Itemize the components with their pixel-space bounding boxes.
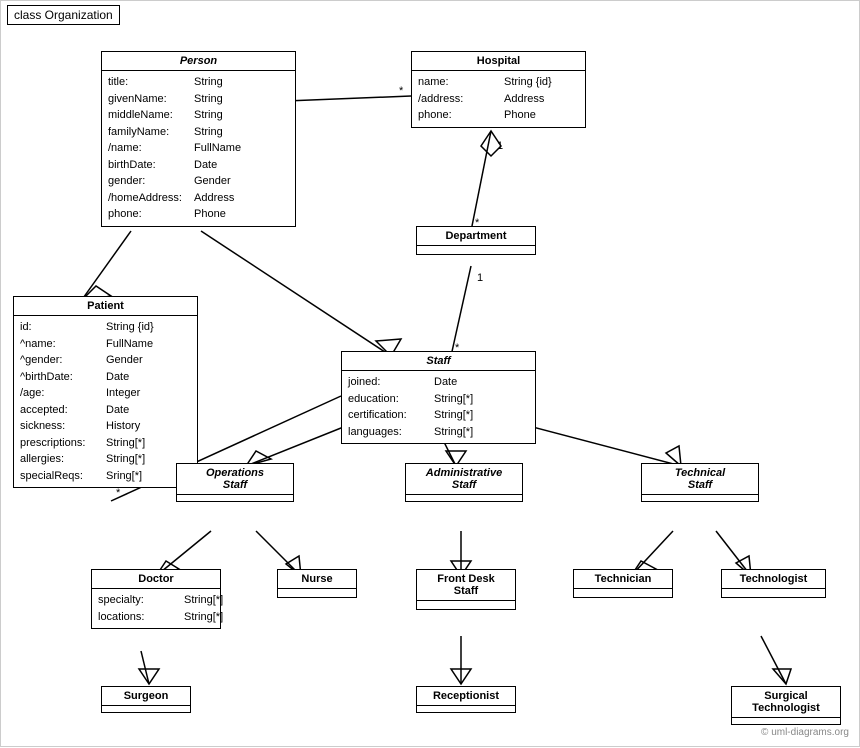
receptionist-class-name: Receptionist <box>417 687 515 706</box>
surgical-technologist-class: SurgicalTechnologist <box>731 686 841 725</box>
diagram-container: class Organization * * 1 * 1 * <box>0 0 860 747</box>
hospital-class: Hospital name:String {id} /address:Addre… <box>411 51 586 128</box>
front-desk-staff-class-name: Front DeskStaff <box>417 570 515 601</box>
svg-text:1: 1 <box>497 140 503 152</box>
patient-class: Patient id:String {id} ^name:FullName ^g… <box>13 296 198 488</box>
surgical-technologist-attrs <box>732 718 840 724</box>
person-class: Person title:String givenName:String mid… <box>101 51 296 227</box>
patient-class-attrs: id:String {id} ^name:FullName ^gender:Ge… <box>14 316 197 487</box>
diagram-title: class Organization <box>7 5 120 25</box>
nurse-class: Nurse <box>277 569 357 598</box>
operations-staff-attrs <box>177 495 293 501</box>
technologist-class-attrs <box>722 589 825 597</box>
doctor-class-attrs: specialty:String[*] locations:String[*] <box>92 589 220 628</box>
admin-staff-class: AdministrativeStaff <box>405 463 523 502</box>
department-class: Department <box>416 226 536 255</box>
technical-staff-class: TechnicalStaff <box>641 463 759 502</box>
staff-class-name: Staff <box>342 352 535 371</box>
technician-class-name: Technician <box>574 570 672 589</box>
hospital-class-name: Hospital <box>412 52 585 71</box>
watermark: © uml-diagrams.org <box>761 727 849 738</box>
technician-class: Technician <box>573 569 673 598</box>
nurse-class-attrs <box>278 589 356 597</box>
staff-class: Staff joined:Date education:String[*] ce… <box>341 351 536 444</box>
doctor-class-name: Doctor <box>92 570 220 589</box>
staff-class-attrs: joined:Date education:String[*] certific… <box>342 371 535 443</box>
svg-text:1: 1 <box>477 272 483 284</box>
svg-text:*: * <box>116 487 121 499</box>
patient-class-name: Patient <box>14 297 197 316</box>
admin-staff-class-name: AdministrativeStaff <box>406 464 522 495</box>
surgical-technologist-class-name: SurgicalTechnologist <box>732 687 840 718</box>
technical-staff-class-name: TechnicalStaff <box>642 464 758 495</box>
surgeon-class: Surgeon <box>101 686 191 713</box>
technologist-class-name: Technologist <box>722 570 825 589</box>
operations-staff-class-name: OperationsStaff <box>177 464 293 495</box>
nurse-class-name: Nurse <box>278 570 356 589</box>
technologist-class: Technologist <box>721 569 826 598</box>
person-class-name: Person <box>102 52 295 71</box>
surgeon-class-attrs <box>102 706 190 712</box>
front-desk-staff-class: Front DeskStaff <box>416 569 516 610</box>
hospital-class-attrs: name:String {id} /address:Address phone:… <box>412 71 585 127</box>
technical-staff-attrs <box>642 495 758 501</box>
surgeon-class-name: Surgeon <box>102 687 190 706</box>
operations-staff-class: OperationsStaff <box>176 463 294 502</box>
svg-text:*: * <box>399 85 404 97</box>
receptionist-class-attrs <box>417 706 515 712</box>
department-class-name: Department <box>417 227 535 246</box>
receptionist-class: Receptionist <box>416 686 516 713</box>
admin-staff-attrs <box>406 495 522 501</box>
technician-class-attrs <box>574 589 672 597</box>
person-class-attrs: title:String givenName:String middleName… <box>102 71 295 226</box>
front-desk-staff-attrs <box>417 601 515 609</box>
doctor-class: Doctor specialty:String[*] locations:Str… <box>91 569 221 629</box>
department-class-attrs <box>417 246 535 254</box>
